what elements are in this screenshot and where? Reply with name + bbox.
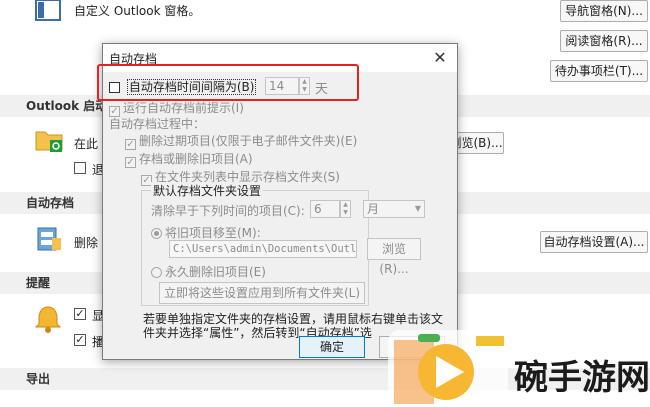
dialog-titlebar: 自动存档 ✕ xyxy=(103,44,457,72)
delete-expired-row: ✓ 删除过期项目(仅限于电子邮件文件夹)(E) xyxy=(125,132,357,150)
archive-old-label: 存档或删除旧项目(A) xyxy=(139,152,253,166)
apply-all-button[interactable]: 立即将这些设置应用到所有文件夹(L) xyxy=(159,282,365,304)
reminder-show-checkbox[interactable]: ✓ xyxy=(74,308,86,320)
delete-expired-checkbox[interactable]: ✓ xyxy=(125,139,136,150)
autoarchive-text: 删除 xyxy=(74,236,99,250)
start-folder-text: 在此 xyxy=(74,137,99,151)
move-to-label: 将旧项目移至(M): xyxy=(165,226,261,240)
auto-every-checkbox[interactable] xyxy=(109,82,120,93)
archive-old-checkbox[interactable]: ✓ xyxy=(125,157,136,168)
reading-pane-button[interactable]: 阅读窗格(R)... xyxy=(560,30,648,52)
ok-button[interactable]: 确定 xyxy=(299,336,365,358)
autoarchive-dialog: 自动存档 ✕ 自动存档时间间隔为(B) 14 ▲ ▼ 天 ✓ 运行自动存档前提示(I… xyxy=(102,43,458,360)
months-unit-select[interactable]: 月 ▼ xyxy=(363,200,425,218)
archive-path-field[interactable]: C:\Users\admin\Documents\Outlook xyxy=(169,240,357,258)
perm-delete-row: 永久删除旧项目(E) xyxy=(151,263,266,280)
months-spinner[interactable]: 6 xyxy=(310,200,340,218)
move-to-radio[interactable] xyxy=(151,228,162,239)
watermark-logo-icon xyxy=(384,326,508,404)
folder-start-icon xyxy=(34,126,64,154)
start-exit-checkbox[interactable] xyxy=(74,162,86,174)
prompt-before-label: 运行自动存档前提示(I) xyxy=(123,101,244,115)
reminder-sound-checkbox[interactable]: ✓ xyxy=(74,334,86,346)
chevron-down-icon: ▼ xyxy=(414,204,421,213)
archive-old-row: ✓ 存档或删除旧项目(A) xyxy=(125,150,253,168)
dialog-title: 自动存档 xyxy=(109,52,158,66)
bell-icon xyxy=(34,304,62,334)
perm-delete-label: 永久删除旧项目(E) xyxy=(165,265,266,279)
months-spinner-arrows[interactable]: ▲ ▼ xyxy=(340,200,351,218)
auto-every-row: 自动存档时间间隔为(B) xyxy=(109,78,257,95)
days-spinner[interactable]: 14 xyxy=(265,77,299,95)
pane-description: 自定义 Outlook 窗格。 xyxy=(74,4,201,18)
delete-expired-label: 删除过期项目(仅限于电子邮件文件夹)(E) xyxy=(139,134,358,148)
days-spinner-arrows[interactable]: ▲ ▼ xyxy=(299,77,310,95)
layout-pane-icon xyxy=(34,0,64,22)
clean-older-label: 清除早于下列时间的项目(C): xyxy=(151,204,305,218)
todo-bar-button[interactable]: 待办事项栏(T)... xyxy=(550,60,648,82)
perm-delete-radio[interactable] xyxy=(151,267,162,278)
group-title: 默认存档文件夹设置 xyxy=(151,182,264,199)
navigation-pane-button[interactable]: 导航窗格(N)... xyxy=(560,0,648,22)
during-label: 自动存档过程中： xyxy=(109,117,206,131)
close-icon[interactable]: ✕ xyxy=(429,47,451,69)
move-to-row: 将旧项目移至(M): xyxy=(151,224,261,241)
archive-cabinet-icon xyxy=(34,224,64,254)
autoarchive-settings-button[interactable]: 自动存档设置(A)... xyxy=(540,231,648,253)
days-unit: 天 xyxy=(315,82,329,97)
browse-button[interactable]: 浏览(R)... xyxy=(367,238,421,276)
watermark-text: 碗手游网 xyxy=(514,358,650,398)
auto-every-label[interactable]: 自动存档时间间隔为(B) xyxy=(126,79,257,95)
